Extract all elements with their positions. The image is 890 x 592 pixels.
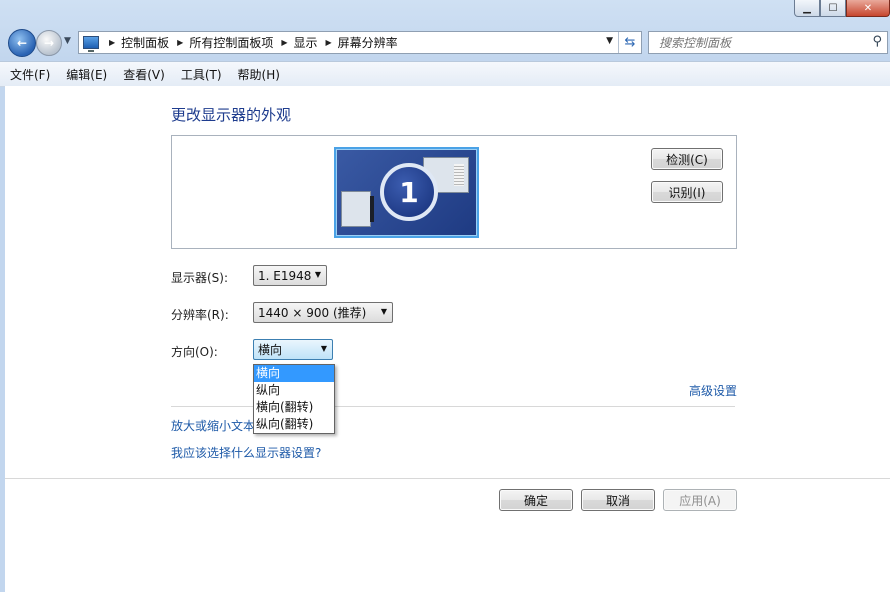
- display-label: 显示器(S):: [171, 271, 229, 285]
- breadcrumb-all-items[interactable]: 所有控制面板项: [189, 34, 273, 51]
- text-size-link[interactable]: 放大或缩小文本: [171, 417, 255, 434]
- display-select[interactable]: 1. E1948 ▼: [253, 265, 327, 286]
- chevron-right-icon[interactable]: ▶: [326, 38, 332, 47]
- resolution-label: 分辨率(R):: [171, 308, 229, 322]
- cancel-button[interactable]: 取消: [581, 489, 655, 511]
- menu-bar: 文件(F) 编辑(E) 查看(V) 工具(T) 帮助(H): [0, 61, 890, 87]
- search-input[interactable]: [657, 34, 861, 51]
- menu-view[interactable]: 查看(V): [117, 66, 171, 83]
- orientation-select-value: 横向: [258, 343, 283, 357]
- chevron-right-icon[interactable]: ▶: [281, 38, 287, 47]
- menu-help[interactable]: 帮助(H): [232, 66, 286, 83]
- which-settings-link[interactable]: 我应该选择什么显示器设置?: [171, 444, 321, 461]
- chevron-down-icon: ▼: [320, 344, 327, 353]
- address-bar[interactable]: ▶ 控制面板 ▶ 所有控制面板项 ▶ 显示 ▶ 屏幕分辨率 ▼ ⇆: [78, 31, 642, 54]
- forward-arrow-icon: →: [43, 36, 55, 50]
- forward-button[interactable]: →: [36, 30, 62, 56]
- menu-file[interactable]: 文件(F): [4, 66, 56, 83]
- resolution-select-value: 1440 × 900 (推荐): [258, 306, 367, 320]
- monitor-preview-box: 1 检测(C) 识别(I): [171, 135, 737, 249]
- monitor-1-preview[interactable]: 1: [334, 147, 479, 238]
- search-icon[interactable]: ⚲: [872, 34, 882, 49]
- minimize-button[interactable]: ▁: [794, 0, 820, 17]
- history-dropdown-icon[interactable]: ▼: [64, 36, 71, 46]
- display-select-value: 1. E1948: [258, 268, 312, 283]
- navigation-row: ← → ▼ ▶ 控制面板 ▶ 所有控制面板项 ▶ 显示 ▶ 屏幕分辨率 ▼ ⇆ …: [0, 28, 890, 57]
- caption-buttons: ▁ ☐ ✕: [794, 0, 890, 18]
- orientation-label: 方向(O):: [171, 345, 218, 359]
- orientation-dropdown-list: 横向 纵向 横向(翻转) 纵向(翻转): [253, 364, 335, 434]
- resolution-select[interactable]: 1440 × 900 (推荐) ▼: [253, 302, 393, 323]
- breadcrumb-screen-resolution[interactable]: 屏幕分辨率: [338, 34, 398, 51]
- window-thumbnail-icon: [341, 191, 374, 227]
- control-panel-window: ▁ ☐ ✕ ← → ▼ ▶ 控制面板 ▶ 所有控制面板项 ▶ 显示 ▶ 屏幕分辨…: [0, 0, 890, 592]
- chevron-right-icon[interactable]: ▶: [109, 38, 115, 47]
- refresh-button[interactable]: ⇆: [618, 32, 641, 53]
- advanced-settings-link[interactable]: 高级设置: [689, 382, 737, 399]
- back-arrow-icon: ←: [16, 36, 28, 50]
- ok-button[interactable]: 确定: [499, 489, 573, 511]
- content-pane: 更改显示器的外观 1 检测(C) 识别(I) 显示器(S): 1. E1948 …: [5, 86, 890, 592]
- chevron-right-icon[interactable]: ▶: [177, 38, 183, 47]
- apply-button[interactable]: 应用(A): [663, 489, 737, 511]
- chevron-down-icon: ▼: [380, 307, 387, 316]
- breadcrumb-control-panel[interactable]: 控制面板: [121, 34, 169, 51]
- orientation-option[interactable]: 横向: [254, 365, 334, 382]
- maximize-button[interactable]: ☐: [820, 0, 846, 17]
- monitor-number-badge: 1: [380, 163, 438, 221]
- control-panel-icon: [83, 36, 99, 52]
- menu-edit[interactable]: 编辑(E): [60, 66, 113, 83]
- orientation-select[interactable]: 横向 ▼: [253, 339, 333, 360]
- orientation-option[interactable]: 纵向: [254, 382, 334, 399]
- search-box[interactable]: ⚲: [648, 31, 888, 54]
- refresh-icon: ⇆: [624, 35, 636, 50]
- page-title: 更改显示器的外观: [171, 106, 292, 124]
- footer-divider: [5, 478, 890, 479]
- menu-tools[interactable]: 工具(T): [175, 66, 228, 83]
- chevron-down-icon: ▼: [314, 270, 321, 279]
- identify-button[interactable]: 识别(I): [651, 181, 723, 203]
- orientation-option[interactable]: 横向(翻转): [254, 399, 334, 416]
- close-button[interactable]: ✕: [846, 0, 890, 17]
- orientation-option[interactable]: 纵向(翻转): [254, 416, 334, 433]
- address-dropdown-icon[interactable]: ▼: [606, 36, 613, 46]
- breadcrumb-display[interactable]: 显示: [294, 34, 318, 51]
- back-button[interactable]: ←: [8, 29, 36, 57]
- detect-button[interactable]: 检测(C): [651, 148, 723, 170]
